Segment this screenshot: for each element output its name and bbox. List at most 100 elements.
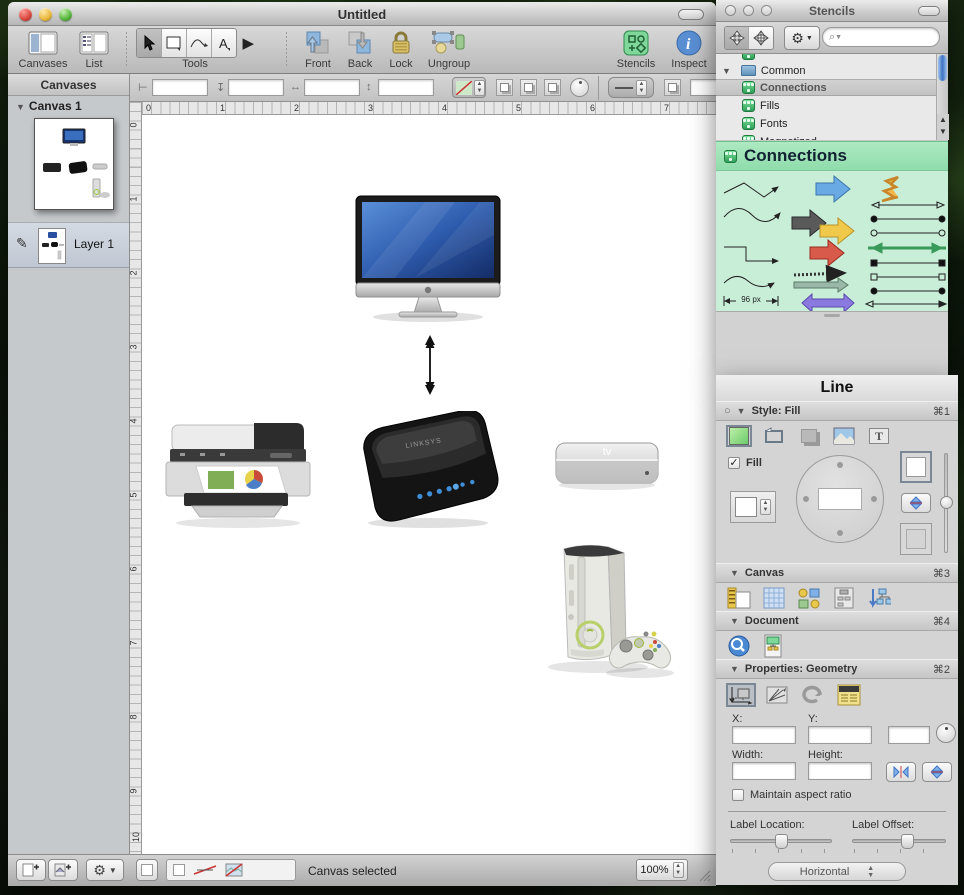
new-layer-button[interactable] xyxy=(48,859,78,881)
label-location-slider[interactable] xyxy=(730,839,832,843)
horizontal-ruler[interactable]: 0 1 2 3 4 5 6 7 xyxy=(142,102,716,115)
canvas-section-header[interactable]: ▼ Canvas ⌘3 xyxy=(716,563,958,583)
more-tools-icon[interactable]: ▶ xyxy=(242,34,254,52)
stencils-titlebar[interactable]: Stencils xyxy=(716,0,948,22)
maintain-aspect-checkbox[interactable] xyxy=(732,789,744,801)
scrollbar-arrows[interactable]: ▲▼ xyxy=(937,114,949,140)
shadow-option-1-button[interactable] xyxy=(496,79,513,96)
orientation-select[interactable]: Horizontal ▲▼ xyxy=(768,862,906,881)
slider-knob[interactable] xyxy=(901,834,914,849)
fill-blend-slider[interactable] xyxy=(944,453,948,553)
slider-knob[interactable] xyxy=(940,496,953,509)
height-field[interactable] xyxy=(378,79,434,96)
document-section-header[interactable]: ▼ Document ⌘4 xyxy=(716,611,958,631)
fill-color-well[interactable]: ▲▼ xyxy=(730,491,776,523)
shape-tool-icon[interactable] xyxy=(162,29,187,57)
detach-circle-icon[interactable]: ○ xyxy=(724,405,731,417)
style-section-header[interactable]: ○ ▼ Style: Fill ⌘1 xyxy=(716,401,958,421)
flip-horizontal-button[interactable] xyxy=(886,762,916,782)
disclosure-triangle-icon[interactable]: ▼ xyxy=(737,406,746,416)
stroke-corner-button[interactable] xyxy=(664,79,681,96)
stroke-none-icon[interactable] xyxy=(193,863,217,877)
action-menu-button[interactable]: ⚙▼ xyxy=(86,859,124,881)
disclosure-triangle-icon[interactable]: ▼ xyxy=(730,568,739,578)
stencil-list-scrollbar[interactable]: ▲▼ xyxy=(936,54,948,140)
inspect-button[interactable]: i Inspect xyxy=(666,29,712,70)
toolbar-pill-button[interactable] xyxy=(678,9,704,20)
label-offset-slider[interactable] xyxy=(852,839,946,843)
disclosure-triangle-icon[interactable]: ▼ xyxy=(16,102,25,112)
inspector-title[interactable]: Line xyxy=(716,375,958,401)
zoom-mode-icon[interactable] xyxy=(749,27,773,49)
image-tab[interactable] xyxy=(831,425,857,447)
stroke-style-button[interactable]: ▲▼ xyxy=(608,77,654,98)
text-tool-icon[interactable]: A xyxy=(212,29,237,57)
layer-1-row[interactable]: ✎ Layer 1 xyxy=(8,222,129,268)
shadow-option-3-button[interactable] xyxy=(544,79,561,96)
alignment-tab[interactable] xyxy=(796,587,822,609)
stencil-item-fills[interactable]: Fills xyxy=(716,97,948,114)
x-position-field[interactable] xyxy=(152,79,208,96)
geometry-height-field[interactable] xyxy=(808,762,872,780)
flip-vertical-button[interactable] xyxy=(922,762,952,782)
fill-color-stepper[interactable]: ▲▼ xyxy=(760,499,771,515)
apple-tv-image[interactable]: tv xyxy=(550,431,664,493)
imac-image[interactable] xyxy=(355,195,501,325)
back-button[interactable]: Back xyxy=(340,29,380,70)
document-data-tab[interactable] xyxy=(761,635,787,657)
xbox-image[interactable] xyxy=(538,535,676,680)
disclosure-triangle-icon[interactable]: ▼ xyxy=(730,616,739,626)
canvas-size-tab[interactable] xyxy=(726,587,752,609)
selection-tool-icon[interactable] xyxy=(137,29,162,57)
main-titlebar[interactable]: Untitled xyxy=(8,2,716,26)
lock-button[interactable]: Lock xyxy=(382,29,420,70)
printer-image[interactable] xyxy=(162,417,314,529)
disclosure-triangle-icon[interactable]: ▼ xyxy=(730,664,739,674)
stencils-pill-button[interactable] xyxy=(918,6,940,16)
stencil-item-connections[interactable]: Connections xyxy=(716,79,948,96)
stencil-preview-area[interactable]: 96 px xyxy=(716,171,948,311)
geometry-tab[interactable] xyxy=(726,683,756,707)
outline-tab[interactable] xyxy=(831,587,857,609)
vertical-ruler[interactable]: 0 1 2 3 4 5 6 7 8 9 10 xyxy=(130,102,142,854)
disclosure-triangle-icon[interactable]: ▼ xyxy=(722,66,731,76)
shadow-angle-dial[interactable] xyxy=(570,78,589,97)
width-field[interactable] xyxy=(304,79,360,96)
stencil-search-field[interactable]: ⌕▼ xyxy=(822,27,940,47)
properties-section-header[interactable]: ▼ Properties: Geometry ⌘2 xyxy=(716,659,958,679)
stencil-item-magnetized[interactable]: Magnetized xyxy=(716,133,948,140)
fill-color-1-swatch[interactable] xyxy=(900,451,932,483)
move-tool-icon[interactable] xyxy=(725,27,749,49)
text-tab[interactable]: T xyxy=(866,425,892,447)
magnifier-tab[interactable] xyxy=(726,635,752,657)
swap-colors-button[interactable] xyxy=(901,493,931,513)
stencil-item-fonts[interactable]: Fonts xyxy=(716,115,948,132)
stencils-button[interactable]: Stencils xyxy=(610,29,662,70)
grid-tab[interactable] xyxy=(761,587,787,609)
shadow-option-2-button[interactable] xyxy=(520,79,537,96)
scrollbar-thumb[interactable] xyxy=(938,55,947,81)
stroke-tab[interactable] xyxy=(761,425,787,447)
note-tab[interactable] xyxy=(834,683,864,707)
fill-none-swatch[interactable] xyxy=(173,864,185,876)
line-tool-icon[interactable] xyxy=(187,29,212,57)
tools-segmented-control[interactable]: A xyxy=(136,28,237,58)
stencil-folder-common[interactable]: ▼ Common xyxy=(716,62,948,79)
router-image[interactable]: LINKSYS xyxy=(350,411,504,531)
image-none-icon[interactable] xyxy=(225,863,243,877)
drawing-canvas[interactable]: LINKSYS tv xyxy=(142,115,716,854)
new-canvas-button[interactable] xyxy=(16,859,46,881)
resize-handle[interactable] xyxy=(824,314,840,317)
y-position-field[interactable] xyxy=(228,79,284,96)
list-button[interactable]: List xyxy=(74,29,114,70)
stencil-list-item-partial[interactable] xyxy=(716,54,948,62)
zoom-stepper[interactable]: ▲▼ xyxy=(673,862,684,878)
geometry-y-field[interactable] xyxy=(808,726,872,744)
canvas-thumbnail[interactable] xyxy=(34,118,114,210)
drag-mode-segmented[interactable] xyxy=(724,26,774,50)
fill-direction-dial[interactable] xyxy=(796,455,884,543)
ungroup-button[interactable]: Ungroup xyxy=(420,29,478,70)
fill-checkbox[interactable]: ✓ xyxy=(728,457,740,469)
resize-grip[interactable] xyxy=(698,869,712,883)
canvas-1-row[interactable]: ▼Canvas 1 xyxy=(8,96,129,116)
